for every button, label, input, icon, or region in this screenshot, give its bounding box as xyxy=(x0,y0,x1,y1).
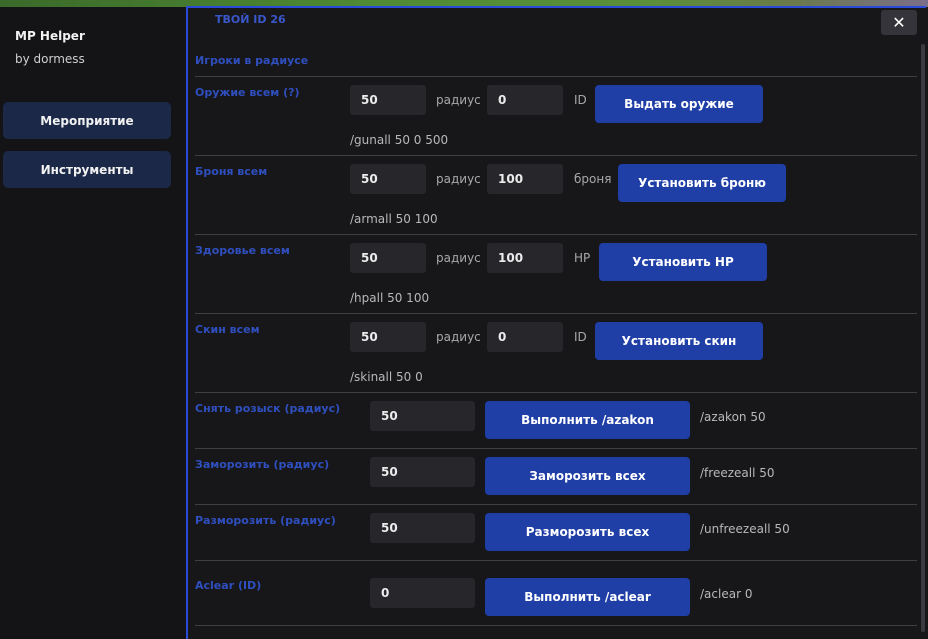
value-unit-label: броня xyxy=(574,172,612,186)
command-preview: /aclear 0 xyxy=(700,587,753,601)
divider xyxy=(195,313,917,314)
command-preview: /gunall 50 0 500 xyxy=(350,133,449,147)
command-preview: /skinall 50 0 xyxy=(350,370,423,384)
give-weapon-button[interactable]: Выдать оружие xyxy=(595,85,763,123)
row-title: Здоровье всем xyxy=(195,244,290,257)
value-unit-label: ID xyxy=(574,330,587,344)
divider xyxy=(195,625,917,626)
armor-input[interactable]: 100 xyxy=(487,164,563,194)
azakon-button[interactable]: Выполнить /azakon xyxy=(485,401,690,439)
command-preview: /freezeall 50 xyxy=(700,466,775,480)
close-button[interactable]: ✕ xyxy=(881,10,917,35)
divider xyxy=(195,560,917,561)
row-title: Разморозить (радиус) xyxy=(195,514,336,527)
divider xyxy=(195,76,917,77)
divider xyxy=(195,392,917,393)
radius-input[interactable]: 50 xyxy=(370,401,475,431)
radius-input[interactable]: 50 xyxy=(350,322,426,352)
scrollbar[interactable] xyxy=(921,44,925,632)
app-author: by dormess xyxy=(15,52,85,66)
radius-unit-label: радиус xyxy=(436,172,481,186)
divider xyxy=(195,504,917,505)
radius-input[interactable]: 50 xyxy=(370,457,475,487)
command-preview: /azakon 50 xyxy=(700,410,766,424)
nav-button-event[interactable]: Мероприятие xyxy=(3,102,171,139)
row-title: Скин всем xyxy=(195,323,260,336)
divider xyxy=(195,234,917,235)
set-hp-button[interactable]: Установить HP xyxy=(599,243,767,281)
value-unit-label: ID xyxy=(574,93,587,107)
weapon-id-input[interactable]: 0 xyxy=(487,85,563,115)
player-id-input[interactable]: 0 xyxy=(370,578,475,608)
hp-input[interactable]: 100 xyxy=(487,243,563,273)
row-title: Aclear (ID) xyxy=(195,579,262,592)
radius-input[interactable]: 50 xyxy=(350,164,426,194)
radius-unit-label: радиус xyxy=(436,251,481,265)
set-armor-button[interactable]: Установить броню xyxy=(618,164,786,202)
set-skin-button[interactable]: Установить скин xyxy=(595,322,763,360)
row-title: Броня всем xyxy=(195,165,268,178)
radius-input[interactable]: 50 xyxy=(350,85,426,115)
radius-unit-label: радиус xyxy=(436,93,481,107)
row-title: Заморозить (радиус) xyxy=(195,458,330,471)
row-title: Снять розыск (радиус) xyxy=(195,402,341,415)
radius-input[interactable]: 50 xyxy=(370,513,475,543)
player-id-label: ТВОЙ ID 26 xyxy=(215,13,286,26)
row-title: Оружие всем (?) xyxy=(195,86,300,99)
unfreeze-all-button[interactable]: Разморозить всех xyxy=(485,513,690,551)
close-icon: ✕ xyxy=(892,13,906,32)
radius-unit-label: радиус xyxy=(436,330,481,344)
divider xyxy=(195,155,917,156)
aclear-button[interactable]: Выполнить /aclear xyxy=(485,578,690,616)
freeze-all-button[interactable]: Заморозить всех xyxy=(485,457,690,495)
command-preview: /hpall 50 100 xyxy=(350,291,430,305)
value-unit-label: HP xyxy=(574,251,591,265)
players-in-radius-title: Игроки в радиусе xyxy=(195,54,309,67)
command-preview: /armall 50 100 xyxy=(350,212,438,226)
app-title: MP Helper xyxy=(15,29,85,43)
nav-button-tools[interactable]: Инструменты xyxy=(3,151,171,188)
skin-id-input[interactable]: 0 xyxy=(487,322,563,352)
radius-input[interactable]: 50 xyxy=(350,243,426,273)
command-preview: /unfreezeall 50 xyxy=(700,522,790,536)
divider xyxy=(195,448,917,449)
